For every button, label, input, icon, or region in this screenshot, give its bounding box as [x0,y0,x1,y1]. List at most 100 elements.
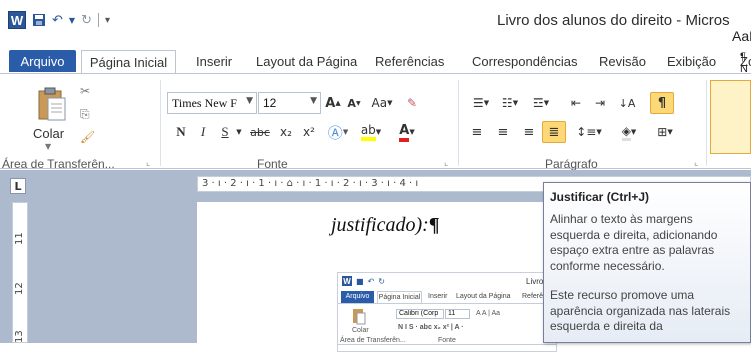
shading-icon[interactable]: ◈ ▼ [612,121,646,143]
redo-icon[interactable]: ↻ [81,13,92,28]
chevron-down-icon[interactable]: ▼ [310,96,317,106]
paste-icon [353,309,366,325]
tab-pagina-inicial[interactable]: Página Inicial [81,50,176,73]
ruler-label: 11 [14,232,25,245]
paste-icon[interactable] [37,86,67,122]
embedded-format-icons: N I S · abc x₂ x² | A · [398,324,464,331]
embedded-tab: Página Inicial [377,291,422,303]
superscript-button[interactable]: x² [299,121,319,143]
paste-dropdown-icon[interactable]: ▼ [45,142,51,151]
change-case-label: Aa [371,96,388,110]
font-size-input[interactable]: 12 ▼ [258,92,321,114]
ribbon: Colar ▼ ✂ ⎘ 🖌 Área de Transferên... ⌞ Ti… [0,73,751,171]
clipboard-launcher-icon[interactable]: ⌞ [146,158,156,168]
embedded-tab: Inserir [428,293,448,300]
format-painter-icon[interactable]: 🖌 [80,130,95,144]
highlight-icon[interactable]: ab ▼ [355,121,387,143]
change-case-button[interactable]: Aa ▼ [368,92,396,114]
clear-formatting-icon[interactable]: ✎ [401,92,423,114]
justify-tooltip: Justificar (Ctrl+J) Alinhar o texto às m… [543,182,751,343]
align-left-icon[interactable]: ≡ [466,121,488,143]
paragraph-mark: ¶ [428,214,440,236]
subscript-button[interactable]: x₂ [276,121,296,143]
divider [97,13,99,27]
tab-exibicao[interactable]: Exibição [667,50,716,73]
word-logo-icon[interactable]: W [8,11,26,29]
divider [160,80,161,166]
strikethrough-button[interactable]: abc [247,121,273,143]
align-right-icon[interactable]: ≡ [518,121,540,143]
vertical-ruler[interactable]: 11 12 13 [12,202,28,343]
tab-correspondencias[interactable]: Correspondências [472,50,578,73]
embedded-screenshot[interactable]: W ■ ↶ ↻ Livro d Arquivo Página Inicial I… [337,272,557,352]
justify-button[interactable]: ≣ [542,121,566,143]
divider [706,80,707,166]
style-name: ¶ N [740,51,748,75]
customize-qat-icon[interactable]: ▾ [105,15,110,26]
divider [458,80,459,166]
font-launcher-icon[interactable]: ⌞ [444,158,454,168]
chevron-down-icon[interactable]: ▼ [234,121,244,143]
text-effects-icon[interactable]: Ⓐ ▼ [325,121,351,143]
chevron-down-icon[interactable]: ▼ [69,16,75,25]
embedded-tabs: Arquivo Página Inicial Inserir Layout da… [338,291,556,303]
font-name-input[interactable]: Times New F ▼ [167,92,257,114]
embedded-title-bar: W ■ ↶ ↻ [342,276,385,286]
borders-icon[interactable]: ⊞ ▼ [650,121,680,143]
undo-icon[interactable]: ↶ [52,13,63,28]
bullets-icon[interactable]: ☰ ▼ [468,92,494,114]
paragraph-launcher-icon[interactable]: ⌞ [694,158,704,168]
numbering-icon[interactable]: ☷ ▼ [497,92,523,114]
paragraph-group-label: Parágrafo [545,157,598,171]
undo-icon: ↶ [367,276,375,286]
font-color-icon[interactable]: A ▼ [392,121,422,143]
multilevel-list-icon[interactable]: ☲ ▼ [526,92,556,114]
document-text[interactable]: justificado):¶ [331,214,440,237]
line-spacing-icon[interactable]: ↕≡ ▼ [573,121,605,143]
font-name-value: Times New F [172,96,237,110]
underline-button[interactable]: S [216,121,234,143]
save-icon: ■ [356,276,364,286]
window-title: Livro dos alunos do direito - Micros [497,12,730,29]
tab-inserir[interactable]: Inserir [196,50,232,73]
font-group-label: Fonte [257,157,288,171]
shrink-font-button[interactable]: A ▼ [345,92,363,114]
tooltip-title: Justificar (Ctrl+J) [550,190,650,204]
embedded-paste-label: Colar [352,327,369,334]
embedded-tab: Layout da Página [456,293,511,300]
tooltip-paragraph: Alinhar o texto às margens esquerda e di… [550,212,718,273]
word-logo-icon: W [342,276,352,286]
decrease-indent-icon[interactable]: ⇤ [566,92,586,114]
tab-revisao[interactable]: Revisão [599,50,646,73]
chevron-down-icon[interactable]: ▼ [246,96,253,106]
style-sample: AaBl [732,28,751,44]
embedded-tab: Arquivo [341,291,374,303]
embedded-font-name: Calibri (Corp [396,309,444,319]
paste-button[interactable]: Colar [33,126,64,141]
show-marks-button[interactable]: ¶ [650,92,674,114]
ruler-label: 12 [14,282,25,295]
document-text-run: justificado): [331,214,429,236]
ruler-label: 13 [14,330,25,343]
tooltip-paragraph: Este recurso promove uma aparência organ… [550,288,731,333]
italic-button[interactable]: I [194,121,212,143]
increase-indent-icon[interactable]: ⇥ [590,92,610,114]
align-center-icon[interactable]: ≡ [492,121,514,143]
style-normal-tile[interactable] [710,80,751,154]
embedded-grow-icon: A A | Aa [476,310,501,317]
quick-access-toolbar: W ↶ ▼ ↻ ▾ [8,11,110,29]
tab-arquivo[interactable]: Arquivo [9,50,76,72]
copy-icon[interactable]: ⎘ [80,107,90,122]
grow-font-button[interactable]: A ▲ [323,92,343,114]
redo-icon: ↻ [378,276,385,286]
grow-font-label: A [325,95,336,111]
tab-selector-button[interactable]: L [10,178,26,194]
font-size-value: 12 [263,96,277,110]
save-icon[interactable] [32,13,46,27]
bold-button[interactable]: N [172,121,190,143]
embedded-tab: Referê [522,293,544,300]
cut-icon[interactable]: ✂ [80,84,90,98]
tab-layout-da-pagina[interactable]: Layout da Página [256,50,357,73]
tab-referencias[interactable]: Referências [375,50,444,73]
sort-icon[interactable]: ↓A [617,92,637,114]
